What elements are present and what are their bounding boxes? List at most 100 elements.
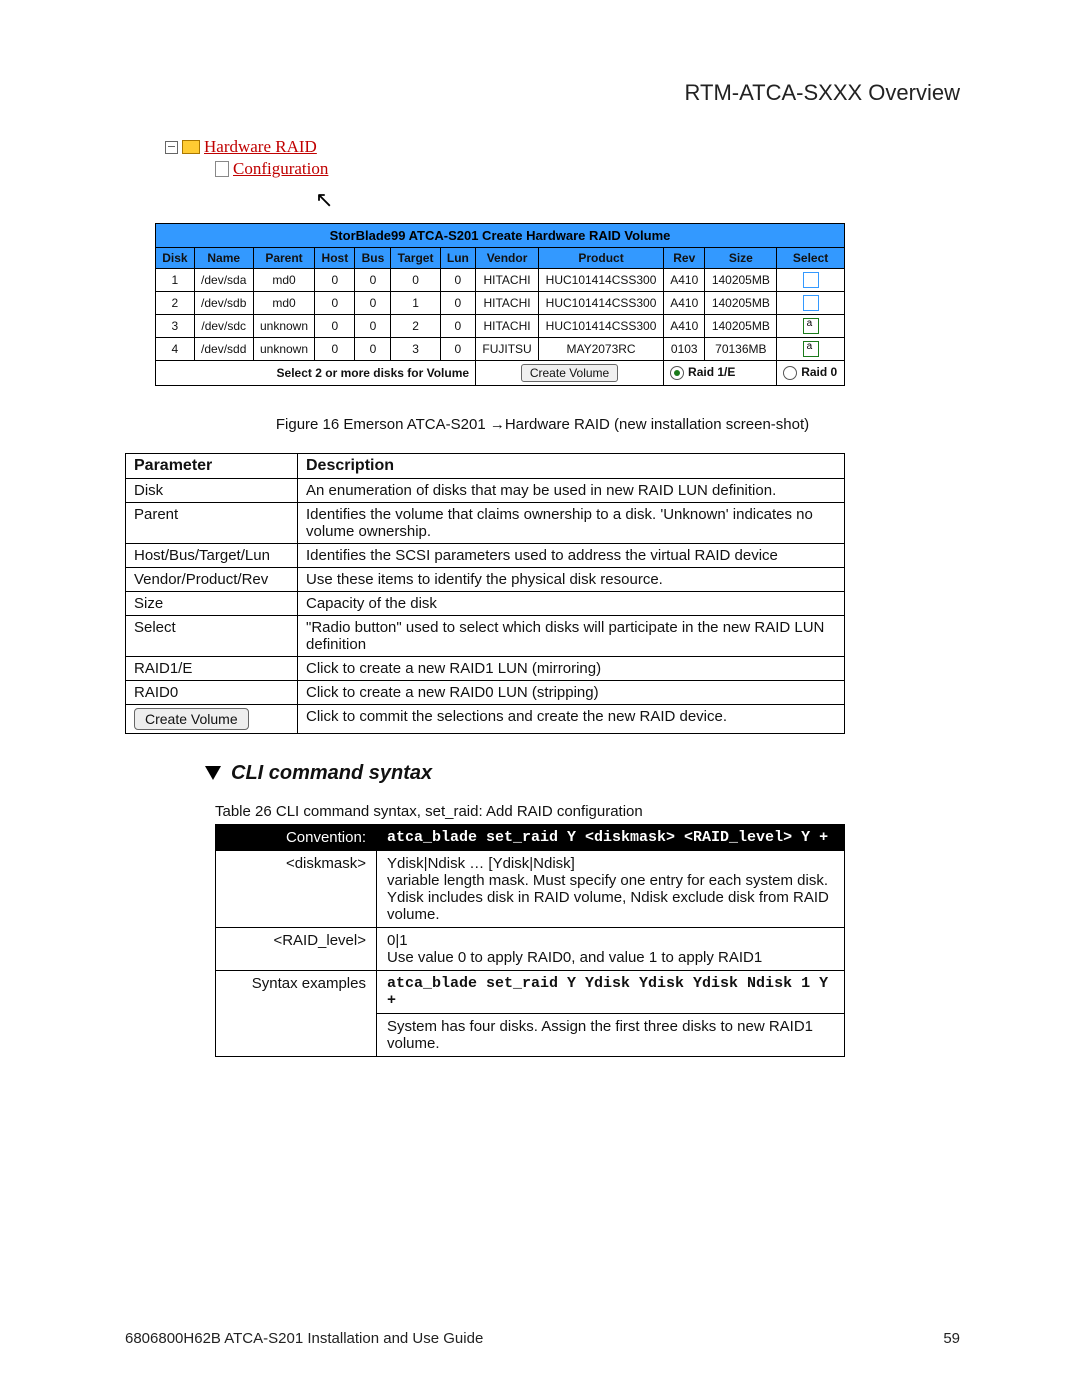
raid-cell: /dev/sdc bbox=[194, 314, 253, 337]
raid-cell: 0 bbox=[355, 337, 391, 360]
raid0-radio[interactable] bbox=[783, 366, 797, 380]
doc-icon bbox=[215, 161, 229, 177]
table-row: 3/dev/sdcunknown0020HITACHIHUC101414CSS3… bbox=[156, 314, 845, 337]
raid-col-header: Parent bbox=[253, 247, 315, 268]
param-desc: Identifies the volume that claims owners… bbox=[298, 502, 845, 543]
param-name: Vendor/Product/Rev bbox=[126, 567, 298, 591]
raidlevel-desc: 0|1 Use value 0 to apply RAID0, and valu… bbox=[377, 927, 845, 970]
raid-cell: HITACHI bbox=[476, 291, 539, 314]
table-row: ParentIdentifies the volume that claims … bbox=[126, 502, 845, 543]
param-desc: Click to commit the selections and creat… bbox=[298, 704, 845, 733]
raid-cell: HUC101414CSS300 bbox=[539, 314, 664, 337]
raid-cell: 0 bbox=[355, 291, 391, 314]
raid-cell: MAY2073RC bbox=[539, 337, 664, 360]
raid-cell: 0 bbox=[391, 268, 440, 291]
cli-table-caption: Table 26 CLI command syntax, set_raid: A… bbox=[215, 803, 960, 820]
raid-cell: unknown bbox=[253, 314, 315, 337]
cli-syntax-table: Convention: atca_blade set_raid Y <diskm… bbox=[215, 824, 845, 1057]
select-checkbox[interactable] bbox=[803, 341, 819, 357]
raid-volume-table: StorBlade99 ATCA-S201 Create Hardware RA… bbox=[155, 223, 845, 386]
syntax-example-desc: System has four disks. Assign the first … bbox=[377, 1013, 845, 1056]
convention-label: Convention: bbox=[216, 824, 377, 850]
table-row: SizeCapacity of the disk bbox=[126, 591, 845, 615]
raid-cell: 0 bbox=[315, 291, 355, 314]
raidlevel-label: <RAID_level> bbox=[216, 927, 377, 970]
raid-cell: 140205MB bbox=[705, 268, 777, 291]
table-row: 4/dev/sddunknown0030FUJITSUMAY2073RC0103… bbox=[156, 337, 845, 360]
footer-doc-title: 6806800H62B ATCA-S201 Installation and U… bbox=[125, 1330, 483, 1347]
raid-cell: 0 bbox=[440, 268, 475, 291]
select-checkbox[interactable] bbox=[803, 318, 819, 334]
param-desc: Identifies the SCSI parameters used to a… bbox=[298, 543, 845, 567]
raid-cell: A410 bbox=[664, 268, 705, 291]
raid-cell: 140205MB bbox=[705, 314, 777, 337]
raid-cell: 3 bbox=[156, 314, 195, 337]
raid-cell: HUC101414CSS300 bbox=[539, 291, 664, 314]
raid-cell: 4 bbox=[156, 337, 195, 360]
raid-cell: A410 bbox=[664, 314, 705, 337]
raid-cell: 0103 bbox=[664, 337, 705, 360]
raid-cell: 0 bbox=[315, 314, 355, 337]
param-name: Disk bbox=[126, 478, 298, 502]
raid-col-header: Host bbox=[315, 247, 355, 268]
raid-cell: 140205MB bbox=[705, 291, 777, 314]
figure-caption: Figure 16 Emerson ATCA-S201 →Hardware RA… bbox=[125, 416, 960, 433]
param-name: Size bbox=[126, 591, 298, 615]
raid-cell: md0 bbox=[253, 268, 315, 291]
raid-cell: FUJITSU bbox=[476, 337, 539, 360]
raid-cell: 3 bbox=[391, 337, 440, 360]
syntax-example-value: atca_blade set_raid Y Ydisk Ydisk Ydisk … bbox=[377, 970, 845, 1013]
convention-value: atca_blade set_raid Y <diskmask> <RAID_l… bbox=[377, 824, 845, 850]
table-row: Create Volume Click to commit the selecti… bbox=[126, 704, 845, 733]
param-desc: An enumeration of disks that may be used… bbox=[298, 478, 845, 502]
create-volume-button[interactable]: Create Volume bbox=[521, 364, 618, 382]
raid-cell: /dev/sdb bbox=[194, 291, 253, 314]
select-checkbox[interactable] bbox=[803, 295, 819, 311]
raid-col-header: Rev bbox=[664, 247, 705, 268]
params-header-desc: Description bbox=[298, 453, 845, 478]
table-row: DiskAn enumeration of disks that may be … bbox=[126, 478, 845, 502]
create-volume-button-sample: Create Volume bbox=[134, 708, 249, 730]
cursor-icon: ↖ bbox=[315, 186, 960, 215]
diskmask-desc: Ydisk|Ndisk … [Ydisk|Ndisk] variable len… bbox=[377, 850, 845, 927]
raid-cell: 0 bbox=[440, 337, 475, 360]
raid-col-header: Disk bbox=[156, 247, 195, 268]
raid0-label: Raid 0 bbox=[801, 365, 837, 379]
raid-col-header: Vendor bbox=[476, 247, 539, 268]
param-name: RAID0 bbox=[126, 680, 298, 704]
table-row: 1/dev/sdamd00000HITACHIHUC101414CSS300A4… bbox=[156, 268, 845, 291]
raid1-radio[interactable] bbox=[670, 366, 684, 380]
raid-cell: 0 bbox=[440, 291, 475, 314]
raid-cell: 0 bbox=[440, 314, 475, 337]
param-name: Parent bbox=[126, 502, 298, 543]
raid-col-header: Product bbox=[539, 247, 664, 268]
raid-cell: HITACHI bbox=[476, 268, 539, 291]
diskmask-label: <diskmask> bbox=[216, 850, 377, 927]
param-desc: Click to create a new RAID0 LUN (strippi… bbox=[298, 680, 845, 704]
hardware-raid-link[interactable]: Hardware RAID bbox=[204, 136, 317, 158]
select-checkbox[interactable] bbox=[803, 272, 819, 288]
raid-col-header: Target bbox=[391, 247, 440, 268]
param-desc: Click to create a new RAID1 LUN (mirrori… bbox=[298, 656, 845, 680]
raid-col-header: Bus bbox=[355, 247, 391, 268]
param-name: Host/Bus/Target/Lun bbox=[126, 543, 298, 567]
configuration-link[interactable]: Configuration bbox=[233, 158, 328, 180]
triangle-icon bbox=[205, 766, 221, 780]
raid-cell: HUC101414CSS300 bbox=[539, 268, 664, 291]
raid-cell: 0 bbox=[355, 268, 391, 291]
raid-cell: unknown bbox=[253, 337, 315, 360]
parameter-description-table: Parameter Description DiskAn enumeration… bbox=[125, 453, 845, 734]
nav-tree: Hardware RAID Configuration ↖ bbox=[165, 136, 960, 215]
raid-col-header: Lun bbox=[440, 247, 475, 268]
params-header-param: Parameter bbox=[126, 453, 298, 478]
param-desc: "Radio button" used to select which disk… bbox=[298, 615, 845, 656]
raid-cell: md0 bbox=[253, 291, 315, 314]
raid-cell: 1 bbox=[156, 268, 195, 291]
raid-cell: 70136MB bbox=[705, 337, 777, 360]
table-row: RAID1/EClick to create a new RAID1 LUN (… bbox=[126, 656, 845, 680]
raid-cell: 0 bbox=[355, 314, 391, 337]
param-desc: Capacity of the disk bbox=[298, 591, 845, 615]
table-row: RAID0Click to create a new RAID0 LUN (st… bbox=[126, 680, 845, 704]
collapse-icon[interactable] bbox=[165, 141, 178, 154]
param-name: Create Volume bbox=[126, 704, 298, 733]
